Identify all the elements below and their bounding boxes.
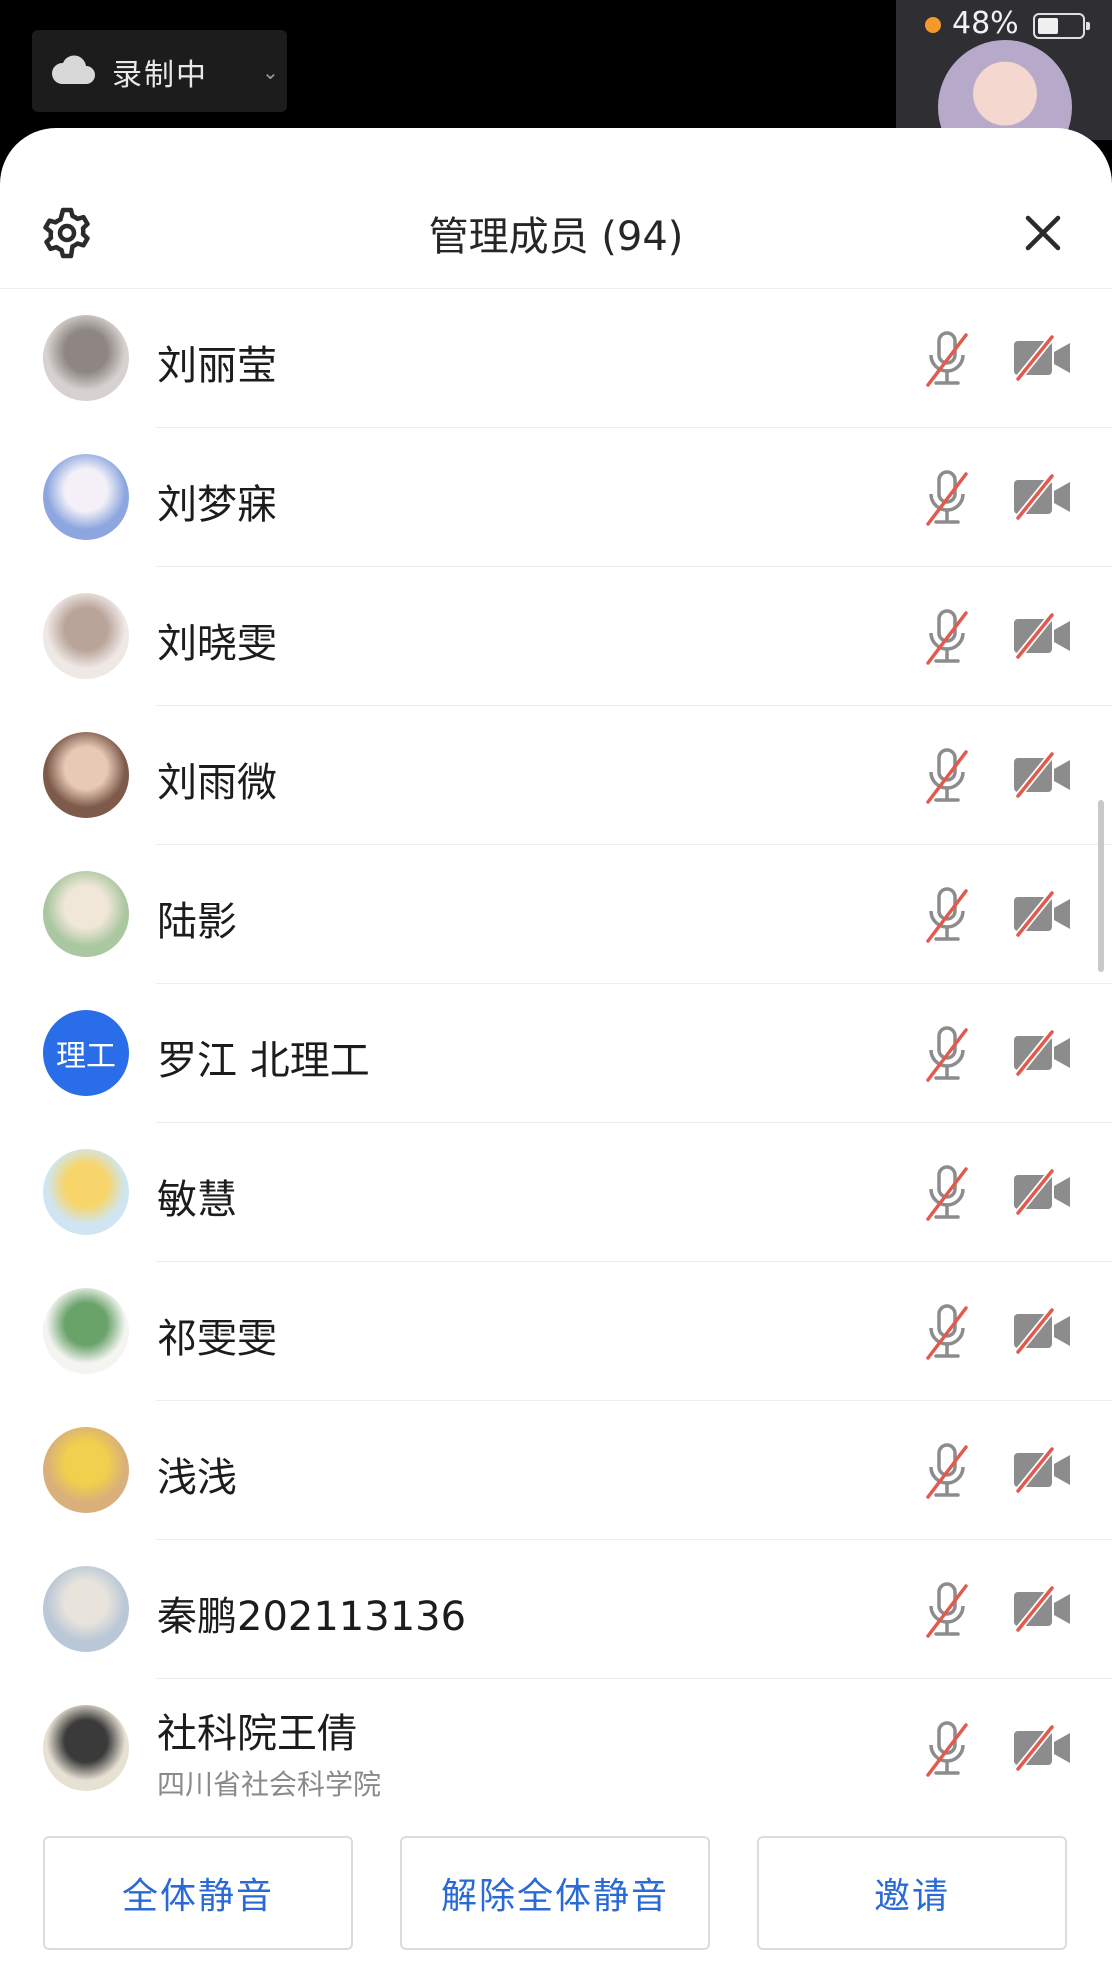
mic-muted-icon[interactable] [922,1163,972,1223]
member-name: 陆影 [157,899,237,945]
member-row[interactable]: 刘雨微 [0,706,1112,845]
member-row[interactable]: 浅浅 [0,1401,1112,1540]
chevron-down-icon: ⌄ [262,60,279,84]
avatar [43,1705,129,1791]
recording-label: 录制中 [112,58,208,93]
unmute-all-button[interactable]: 解除全体静音 [400,1836,710,1950]
avatar [43,1288,129,1374]
member-row[interactable]: 刘丽莹 [0,289,1112,428]
member-row[interactable]: 理工 罗江 北理工 [0,984,1112,1123]
member-name: 罗江 北理工 [157,1038,370,1084]
avatar [43,454,129,540]
video-off-icon[interactable] [1012,1586,1072,1632]
mic-muted-icon[interactable] [922,468,972,528]
avatar [43,732,129,818]
mic-muted-icon[interactable] [922,1441,972,1501]
mic-muted-icon[interactable] [922,1302,972,1362]
member-name: 敏慧 [157,1177,237,1223]
video-off-icon[interactable] [1012,335,1072,381]
member-name: 刘丽莹 [157,343,277,389]
avatar [43,593,129,679]
avatar [43,1427,129,1513]
member-name: 刘梦寐 [157,482,277,528]
mic-muted-icon[interactable] [922,1580,972,1640]
sheet-header: 管理成员 (94) [0,128,1112,289]
mic-muted-icon[interactable] [922,885,972,945]
avatar [43,1566,129,1652]
video-off-icon[interactable] [1012,891,1072,937]
member-row[interactable]: 陆影 [0,845,1112,984]
video-off-icon[interactable] [1012,1725,1072,1771]
member-row[interactable]: 刘晓雯 [0,567,1112,706]
member-row[interactable]: 敏慧 [0,1123,1112,1262]
member-name: 祁雯雯 [157,1316,277,1362]
member-row[interactable]: 刘梦寐 [0,428,1112,567]
close-icon[interactable] [1018,208,1068,258]
member-name: 刘晓雯 [157,621,277,667]
action-bar: 全体静音 解除全体静音 邀请 [0,1808,1112,1978]
mic-muted-icon[interactable] [922,1719,972,1779]
member-name: 浅浅 [157,1455,237,1501]
avatar: 理工 [43,1010,129,1096]
scrollbar[interactable] [1098,800,1104,972]
mute-all-button[interactable]: 全体静音 [43,1836,353,1950]
member-organization: 四川省社会科学院 [157,1768,382,1801]
avatar [43,315,129,401]
battery-percent: 48% [952,6,1019,41]
video-off-icon[interactable] [1012,1447,1072,1493]
avatar [43,1149,129,1235]
mic-muted-icon[interactable] [922,607,972,667]
member-row[interactable]: 社科院王倩四川省社会科学院 [0,1679,1112,1818]
video-off-icon[interactable] [1012,752,1072,798]
member-row[interactable]: 祁雯雯 [0,1262,1112,1401]
mic-muted-icon[interactable] [922,746,972,806]
mic-muted-icon[interactable] [922,329,972,389]
battery-icon [1033,13,1090,39]
member-name: 刘雨微 [157,760,277,806]
member-list[interactable]: 刘丽莹 刘梦寐 刘晓雯 刘雨微 陆影 理工 罗江 北理工 敏慧 祁雯雯 浅浅 秦鹏202113136… [0,289,1112,1929]
mic-muted-icon[interactable] [922,1024,972,1084]
member-name: 秦鹏202113136 [157,1594,467,1640]
video-off-icon[interactable] [1012,1308,1072,1354]
avatar [43,871,129,957]
member-management-sheet: 管理成员 (94) 刘丽莹 刘梦寐 刘晓雯 刘雨微 陆影 理工 罗江 北理工 敏慧 祁雯雯 浅浅秦… [0,128,1112,1978]
panel-title: 管理成员 (94) [428,214,684,260]
recording-indicator[interactable]: 录制中 ⌄ [32,30,287,112]
video-off-icon[interactable] [1012,613,1072,659]
video-off-icon[interactable] [1012,1169,1072,1215]
invite-button[interactable]: 邀请 [757,1836,1067,1950]
member-name: 社科院王倩 [157,1711,357,1757]
cloud-icon [51,55,95,84]
video-off-icon[interactable] [1012,1030,1072,1076]
member-row[interactable]: 秦鹏202113136 [0,1540,1112,1679]
video-off-icon[interactable] [1012,474,1072,520]
camera-in-use-dot [925,17,941,33]
